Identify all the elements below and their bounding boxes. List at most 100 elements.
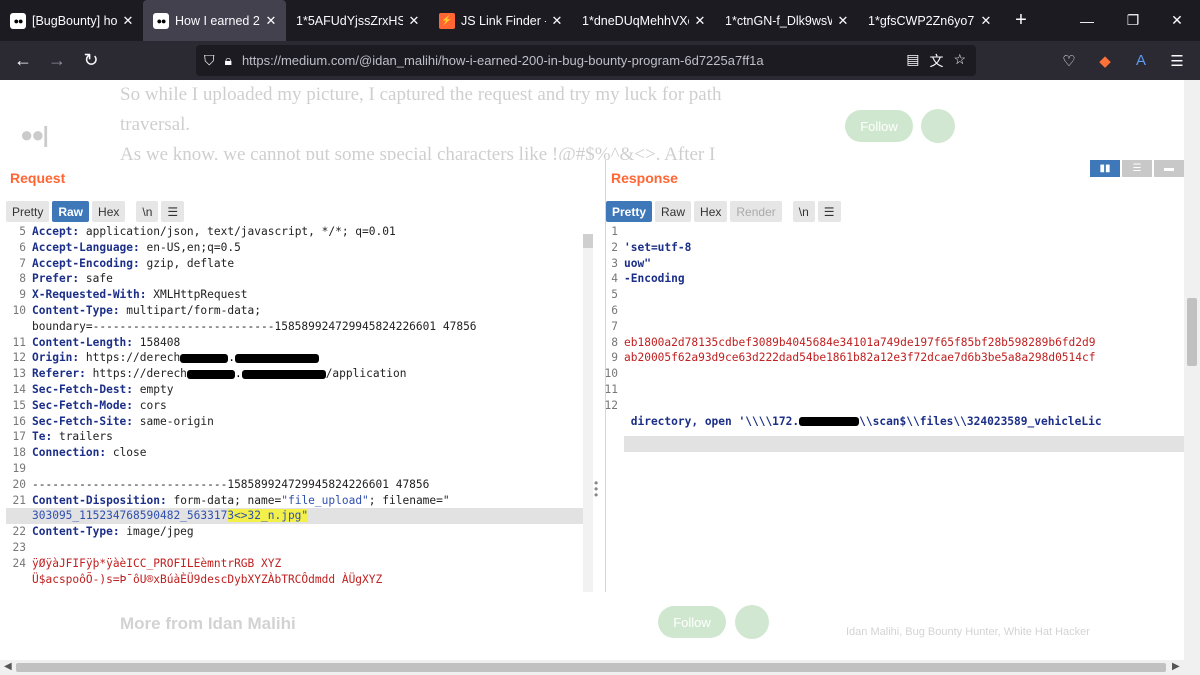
- pocket-icon[interactable]: ♡: [1054, 46, 1084, 76]
- header-name: Content-Type:: [32, 303, 120, 317]
- page-vertical-scroll-thumb[interactable]: [1187, 298, 1197, 366]
- browser-tab[interactable]: 1*gfsCWP2Zn6yo7UB ✕: [858, 0, 1001, 41]
- page-horizontal-scroll-thumb[interactable]: [16, 663, 1166, 672]
- follow-button[interactable]: Follow: [845, 110, 913, 142]
- page-horizontal-scrollbar[interactable]: ◀ ▶: [0, 660, 1200, 675]
- response-tab-raw[interactable]: Raw: [655, 201, 692, 222]
- browser-tab[interactable]: ⚡ JS Link Finder - Po ✕: [429, 0, 572, 41]
- split-vertical-icon[interactable]: ☰: [1122, 160, 1152, 177]
- subscribe-icon-bottom[interactable]: [735, 605, 769, 639]
- line-content: Content-Type: image/jpeg: [32, 524, 194, 540]
- response-options-menu-icon[interactable]: ☰: [817, 201, 841, 222]
- restore-icon[interactable]: ❐: [1110, 0, 1156, 41]
- shield-icon[interactable]: ⛉: [204, 52, 215, 69]
- response-tab-render[interactable]: Render: [730, 201, 782, 222]
- url-text[interactable]: https://medium.com/@idan_malihi/how-i-ea…: [242, 53, 906, 68]
- browser-tab[interactable]: ●● [BugBounty] how ✕: [0, 0, 143, 41]
- line-content: Accept-Language: en-US,en;q=0.5: [32, 240, 241, 256]
- tab-close-icon[interactable]: ✕: [693, 13, 707, 29]
- follow-button-bottom[interactable]: Follow: [658, 606, 726, 638]
- scroll-left-icon[interactable]: ◀: [4, 661, 12, 672]
- request-line: 15 Sec-Fetch-Mode: cors: [6, 398, 584, 414]
- address-bar[interactable]: ⛉ 🔒︎ https://medium.com/@idan_malihi/how…: [196, 45, 976, 76]
- extension-translate-icon[interactable]: A: [1126, 46, 1156, 76]
- tab-close-icon[interactable]: ✕: [550, 13, 564, 29]
- response-text: 'set=utf-8: [624, 240, 692, 254]
- request-tab-pretty[interactable]: Pretty: [6, 201, 50, 222]
- header-value: image/jpeg: [119, 525, 194, 539]
- response-editor[interactable]: 1 2'set=utf-8 3 uow" 4 -Encoding 5 6 7 8 eb1800a2d…: [598, 224, 1184, 429]
- response-tab-hex[interactable]: Hex: [694, 201, 728, 222]
- menu-icon[interactable]: ☰: [1162, 46, 1192, 76]
- tab-close-icon[interactable]: ✕: [121, 13, 135, 29]
- request-tab-raw[interactable]: Raw: [52, 201, 90, 222]
- tab-close-icon[interactable]: ✕: [264, 13, 278, 29]
- browser-tab[interactable]: 1*dneDUqMehhVXoft ✕: [572, 0, 715, 41]
- forward-arrow-icon[interactable]: →: [40, 44, 74, 78]
- split-horizontal-icon[interactable]: ▮▮: [1090, 160, 1120, 177]
- line-number: [6, 572, 32, 588]
- drag-handle-icon[interactable]: • • •: [594, 477, 598, 501]
- translate-icon[interactable]: 文: [929, 51, 943, 71]
- request-line: 21 Content-Disposition: form-data; name="…: [6, 493, 584, 509]
- line-number: [6, 508, 32, 524]
- request-line: 8 Prefer: safe: [6, 271, 584, 287]
- tab-close-icon[interactable]: ✕: [407, 13, 421, 29]
- line-number: 9: [611, 351, 618, 365]
- tabs-layout-icon[interactable]: ▬: [1154, 160, 1184, 177]
- request-line: 23: [6, 540, 584, 556]
- article-body: So while I uploaded my picture, I captur…: [120, 80, 760, 170]
- response-newline-button[interactable]: \n: [792, 201, 815, 222]
- request-line: 24 ÿØÿàJFIFÿþ*ÿàèICC_PROFILEèmntrRGB XYZ: [6, 556, 584, 572]
- scroll-right-icon[interactable]: ▶: [1172, 661, 1180, 672]
- line-content: Prefer: safe: [32, 271, 113, 287]
- response-title: Response: [611, 170, 678, 186]
- line-content: -----------------------------15858992472…: [32, 477, 429, 493]
- request-newline-button[interactable]: \n: [136, 201, 159, 222]
- header-value: -----------------------------15858992472…: [32, 477, 430, 491]
- burp-favicon-icon: ⚡: [439, 12, 455, 29]
- request-scroll-thumb[interactable]: [583, 234, 593, 248]
- request-line: 20 -----------------------------158589924…: [6, 477, 584, 493]
- tab-list: ●●[BugBounty] how✕●●How I earned 200✕1*5…: [0, 0, 1001, 41]
- request-tab-hex[interactable]: Hex: [92, 201, 126, 222]
- binary-data: ÿØÿàJFIFÿþ*ÿàèICC_PROFILEèmntrRGB XYZ: [32, 556, 282, 570]
- redacted-block: [241, 369, 326, 379]
- request-scrollbar[interactable]: [583, 234, 593, 592]
- request-line: 17 Te: trailers: [6, 429, 584, 445]
- lock-icon[interactable]: 🔒︎: [225, 52, 232, 69]
- back-arrow-icon[interactable]: ←: [6, 44, 40, 78]
- request-line: 22 Content-Type: image/jpeg: [6, 524, 584, 540]
- new-tab-button[interactable]: +: [1005, 5, 1037, 37]
- line-number: 8: [19, 272, 26, 286]
- extension-fox-icon[interactable]: ◆: [1090, 46, 1120, 76]
- field-name-string: "file_upload": [281, 493, 369, 507]
- line-content: ab20005f62a93d9ce63d222dad54be1861b82a12…: [624, 350, 1095, 366]
- tab-close-icon[interactable]: ✕: [979, 13, 993, 29]
- error-message-path: \\scan$\\files\\324023589_vehicleLic: [859, 414, 1102, 428]
- response-tab-pretty[interactable]: Pretty: [606, 201, 653, 222]
- reload-icon[interactable]: ↻: [74, 44, 108, 78]
- filename-special-chars: 3<>32_n.jpg": [227, 509, 309, 523]
- request-editor[interactable]: 5 Accept: application/json, text/javascri…: [6, 224, 584, 587]
- subscribe-icon[interactable]: [921, 109, 955, 143]
- header-value: https://derech: [79, 351, 181, 365]
- line-content: Connection: close: [32, 445, 147, 461]
- browser-tab[interactable]: ●● How I earned 200 ✕: [143, 0, 286, 41]
- request-line: 16 Sec-Fetch-Site: same-origin: [6, 414, 584, 430]
- line-number: 5: [19, 225, 26, 238]
- minimize-icon[interactable]: —: [1064, 0, 1110, 41]
- close-window-icon[interactable]: ✕: [1154, 0, 1200, 41]
- line-number: 13: [12, 367, 26, 381]
- page-vertical-scrollbar[interactable]: [1184, 80, 1200, 660]
- browser-tab[interactable]: 1*ctnGN-f_Dlk9wsWb ✕: [715, 0, 858, 41]
- header-value: same-origin: [133, 414, 214, 428]
- response-line: 9 ab20005f62a93d9ce63d222dad54be1861b82a1…: [598, 350, 1184, 366]
- bookmark-star-icon[interactable]: ☆: [953, 51, 966, 71]
- line-number: 5: [611, 288, 618, 302]
- line-number: 12: [12, 351, 26, 365]
- request-options-menu-icon[interactable]: ☰: [161, 201, 185, 222]
- reader-view-icon[interactable]: ▤: [906, 51, 919, 71]
- browser-tab[interactable]: 1*5AFUdYjssZrxHScCj ✕: [286, 0, 429, 41]
- tab-close-icon[interactable]: ✕: [836, 13, 850, 29]
